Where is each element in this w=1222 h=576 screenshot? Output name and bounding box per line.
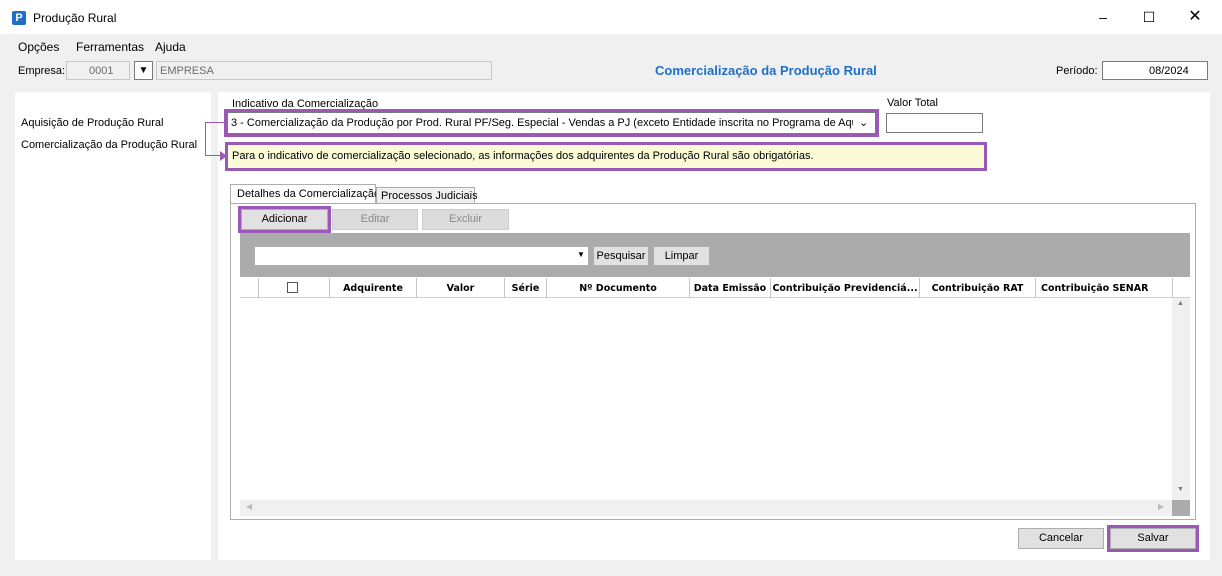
indicativo-value: 3 - Comercialização da Produção por Prod… xyxy=(231,117,853,129)
screen-title: Comercialização da Produção Rural xyxy=(655,63,877,78)
app-icon: P xyxy=(12,11,26,25)
valor-total-label: Valor Total xyxy=(887,97,938,109)
empresa-label: Empresa: xyxy=(18,65,66,77)
title-bar: P Produção Rural – ☐ ✕ xyxy=(0,0,1222,34)
menu-ajuda[interactable]: Ajuda xyxy=(155,40,186,54)
cancel-button[interactable]: Cancelar xyxy=(1018,528,1104,549)
scroll-right-icon[interactable]: ▶ xyxy=(1158,502,1164,511)
tab-detalhes[interactable]: Detalhes da Comercialização xyxy=(230,184,380,204)
add-button[interactable]: Adicionar xyxy=(238,206,331,233)
horizontal-scrollbar[interactable]: ◀ ▶ xyxy=(240,500,1172,516)
sidebar-item-aquisicao[interactable]: Aquisição de Produção Rural xyxy=(21,117,163,129)
indicativo-label: Indicativo da Comercialização xyxy=(232,98,379,110)
tab-processos[interactable]: Processos Judiciais xyxy=(376,187,478,204)
column-header-contrib-previdenciaria[interactable]: Contribuição Previdenciá... xyxy=(771,283,919,294)
maximize-button[interactable]: ☐ xyxy=(1126,0,1172,34)
dropdown-arrow-icon: ▼ xyxy=(577,250,585,259)
column-header-documento[interactable]: Nº Documento xyxy=(547,283,689,294)
dropdown-arrow-icon: ▼ xyxy=(138,65,149,76)
delete-button[interactable]: Excluir xyxy=(422,209,509,230)
column-separator xyxy=(258,278,259,298)
tab-detalhes-label: Detalhes da Comercialização xyxy=(237,188,381,200)
connector-line xyxy=(205,122,226,123)
scroll-down-icon[interactable]: ▼ xyxy=(1177,486,1184,493)
empresa-lookup-button[interactable]: ▼ xyxy=(134,61,153,80)
menu-ferramentas[interactable]: Ferramentas xyxy=(76,40,144,54)
column-header-contrib-senar[interactable]: Contribuição SENAR xyxy=(1036,283,1172,294)
menu-bar: Opções Ferramentas Ajuda xyxy=(0,36,1222,58)
window-title: Produção Rural xyxy=(33,11,117,25)
edit-button[interactable]: Editar xyxy=(332,209,418,230)
empresa-code-value: 0001 xyxy=(89,65,114,77)
scroll-up-icon[interactable]: ▲ xyxy=(1177,300,1184,307)
column-separator xyxy=(1172,278,1173,298)
scroll-left-icon[interactable]: ◀ xyxy=(246,502,252,511)
periodo-value: 08/2024 xyxy=(1149,65,1189,77)
clear-button[interactable]: Limpar xyxy=(653,246,710,266)
tab-processos-label: Processos Judiciais xyxy=(381,190,478,202)
menu-opcoes[interactable]: Opções xyxy=(18,40,59,54)
column-header-contrib-rat[interactable]: Contribuição RAT xyxy=(920,283,1035,294)
periodo-input[interactable]: 08/2024 xyxy=(1102,61,1208,80)
search-button[interactable]: Pesquisar xyxy=(593,246,649,266)
sidebar-item-comercializacao[interactable]: Comercialização da Produção Rural xyxy=(21,139,197,151)
select-all-checkbox[interactable] xyxy=(287,282,298,293)
empresa-code-field[interactable]: 0001 xyxy=(66,61,130,80)
vertical-scrollbar[interactable]: ▲ ▼ xyxy=(1172,298,1190,500)
empresa-name-value: EMPRESA xyxy=(160,65,214,77)
info-message-box: Para o indicativo de comercialização sel… xyxy=(225,142,987,171)
empresa-name-field: EMPRESA xyxy=(156,61,492,80)
arrow-right-icon xyxy=(220,151,227,161)
info-message: Para o indicativo de comercialização sel… xyxy=(232,150,814,162)
save-button[interactable]: Salvar xyxy=(1107,525,1199,552)
indicativo-select[interactable]: 3 - Comercialização da Produção por Prod… xyxy=(224,109,879,137)
close-button[interactable]: ✕ xyxy=(1172,0,1218,34)
column-header-adquirente[interactable]: Adquirente xyxy=(330,283,416,294)
periodo-label: Período: xyxy=(1056,65,1098,77)
chevron-down-icon: ⌄ xyxy=(859,117,869,129)
valor-total-input[interactable] xyxy=(886,113,983,133)
sidebar xyxy=(15,92,211,560)
minimize-button[interactable]: – xyxy=(1080,0,1126,34)
connector-line xyxy=(205,122,206,156)
column-header-valor[interactable]: Valor xyxy=(417,283,504,294)
grid-body xyxy=(240,298,1172,500)
column-header-serie[interactable]: Série xyxy=(505,283,546,294)
search-input[interactable]: ▼ xyxy=(254,246,589,266)
column-header-data-emissao[interactable]: Data Emissão xyxy=(690,283,770,294)
